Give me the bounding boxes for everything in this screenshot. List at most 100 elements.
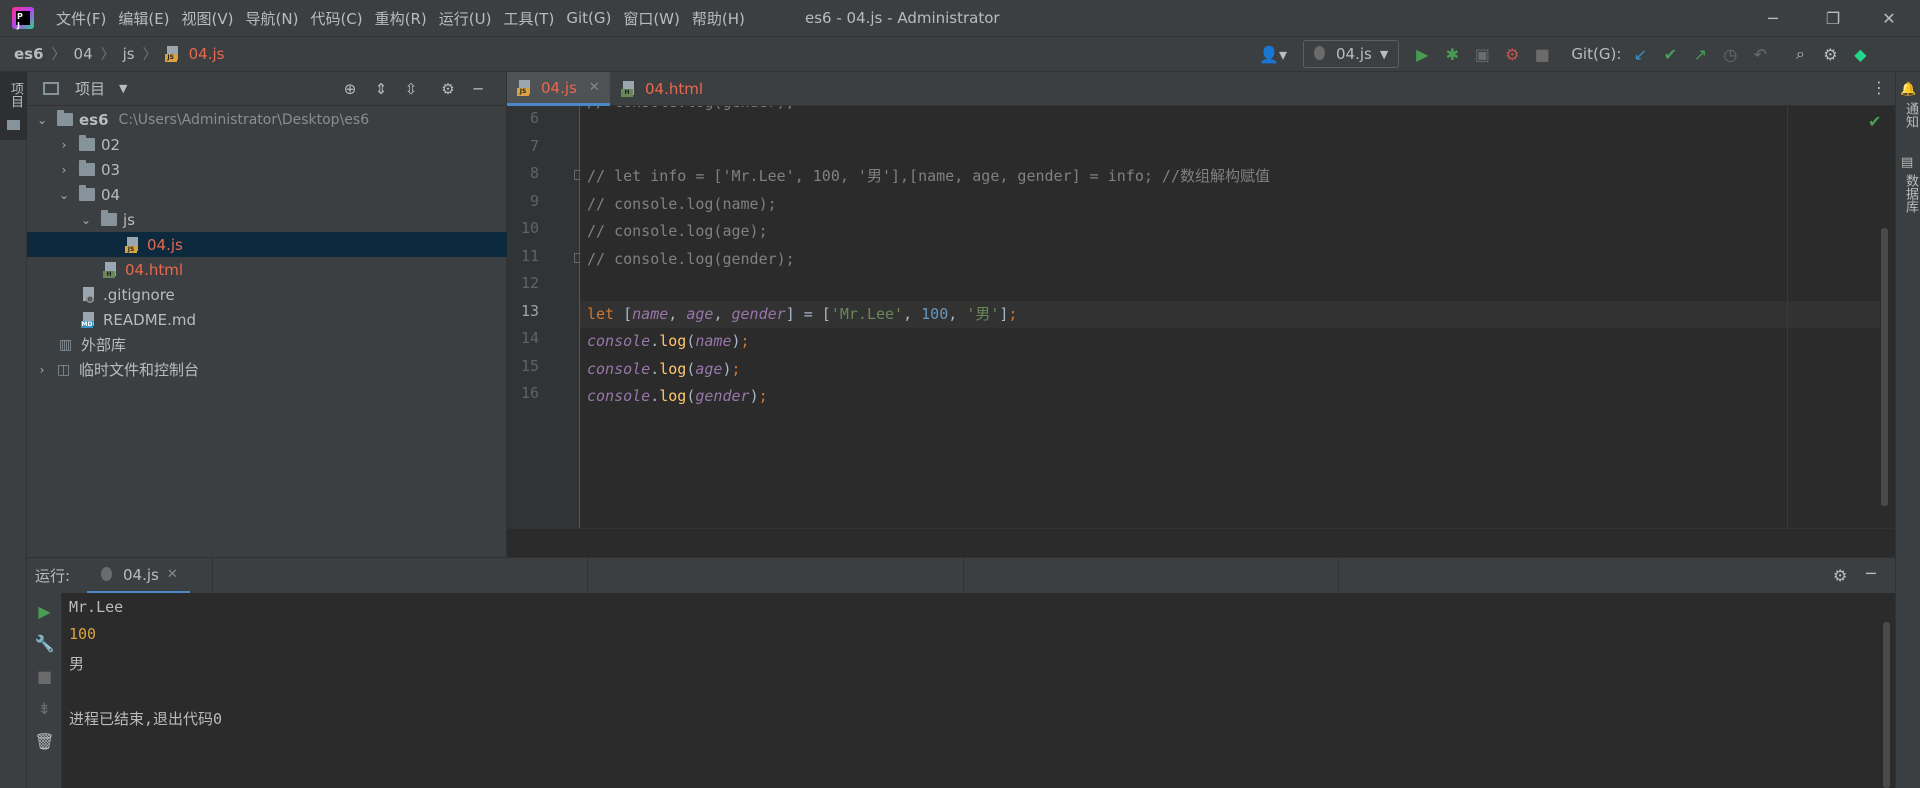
tree-item-readme[interactable]: MD README.md bbox=[27, 307, 507, 332]
window-icon bbox=[43, 82, 59, 95]
tree-item-04-html[interactable]: H 04.html bbox=[27, 257, 507, 282]
menu-edit[interactable]: 编辑(E) bbox=[112, 8, 175, 29]
console-output[interactable]: Mr.Lee 100 男 进程已结束,退出代码0 bbox=[62, 593, 1880, 788]
tab-label: 04.js bbox=[541, 78, 577, 97]
breadcrumb-project[interactable]: es6 bbox=[14, 45, 44, 63]
restore-button[interactable]: ❐ bbox=[1810, 0, 1856, 36]
debug-icon[interactable]: ✱ bbox=[1441, 43, 1463, 65]
breadcrumb-file[interactable]: 04.js bbox=[189, 45, 225, 63]
tree-item-gitignore[interactable]: ⊘ .gitignore bbox=[27, 282, 507, 307]
tree-item-es6[interactable]: ⌄ es6 C:\Users\Administrator\Desktop\es6 bbox=[27, 107, 507, 132]
tab-label: 04.html bbox=[645, 80, 704, 98]
soft-wrap-icon[interactable]: ⇟ bbox=[27, 693, 62, 723]
tree-item-02[interactable]: › 02 bbox=[27, 132, 507, 157]
history-icon[interactable]: ◷ bbox=[1719, 43, 1741, 65]
editor-scrollbar[interactable] bbox=[1881, 228, 1888, 506]
menu-view[interactable]: 视图(V) bbox=[176, 8, 240, 29]
run-icon[interactable]: ▶ bbox=[1411, 43, 1433, 65]
menu-tools[interactable]: 工具(T) bbox=[497, 8, 560, 29]
chevron-down-icon[interactable]: ▼ bbox=[119, 82, 127, 95]
user-icon[interactable]: 👤▾ bbox=[1255, 43, 1291, 65]
more-tabs-icon[interactable]: ⋮ bbox=[1871, 78, 1887, 97]
folder-icon bbox=[79, 185, 95, 201]
gitignore-file-icon: ⊘ bbox=[81, 286, 97, 303]
tree-item-04-js[interactable]: JS 04.js bbox=[27, 232, 507, 257]
tree-item-04[interactable]: ⌄ 04 bbox=[27, 182, 507, 207]
run-tab-04-js[interactable]: 04.js ✕ bbox=[87, 558, 190, 594]
code-line-16: console.log(gender); bbox=[587, 387, 768, 405]
coverage-icon[interactable]: ▣ bbox=[1471, 43, 1493, 65]
git-push-icon[interactable]: ↗ bbox=[1689, 43, 1711, 65]
close-icon[interactable]: ✕ bbox=[589, 80, 600, 95]
navigation-bar: es6 〉 04 〉 js 〉 JS 04.js 👤▾ 04.js ▼ ▶ ✱ … bbox=[0, 36, 1920, 72]
expand-all-icon[interactable]: ⇕ bbox=[370, 78, 392, 100]
project-tool-tab[interactable]: 项目 bbox=[0, 72, 27, 140]
git-commit-icon[interactable]: ✔ bbox=[1659, 43, 1681, 65]
console-scrollbar[interactable] bbox=[1883, 622, 1890, 788]
chevron-down-icon[interactable]: ⌄ bbox=[57, 188, 71, 202]
menu-file[interactable]: 文件(F) bbox=[50, 8, 112, 29]
locate-icon[interactable]: ⊕ bbox=[339, 78, 361, 100]
chevron-right-icon[interactable]: › bbox=[35, 363, 49, 377]
code-editor[interactable]: // console.log(gender); // let info = ['… bbox=[580, 106, 1888, 528]
console-line: 100 bbox=[69, 625, 97, 643]
database-icon[interactable]: ▤ bbox=[1901, 155, 1913, 170]
menu-run[interactable]: 运行(U) bbox=[433, 8, 498, 29]
tab-04-js[interactable]: JS 04.js ✕ bbox=[507, 72, 610, 106]
git-update-icon[interactable]: ↙ bbox=[1629, 43, 1651, 65]
chevron-down-icon[interactable]: ⌄ bbox=[35, 113, 49, 127]
chevron-right-icon[interactable]: › bbox=[57, 163, 71, 177]
chevron-right-icon[interactable]: › bbox=[57, 138, 71, 152]
run-tab-label: 04.js bbox=[123, 565, 159, 584]
settings-icon[interactable]: ⚙ bbox=[1819, 43, 1841, 65]
line-number: 14 bbox=[520, 329, 539, 347]
bell-icon[interactable]: 🔔 bbox=[1900, 82, 1916, 97]
menu-git[interactable]: Git(G) bbox=[560, 9, 617, 27]
menu-window[interactable]: 窗口(W) bbox=[617, 8, 686, 29]
console-line: Mr.Lee bbox=[69, 598, 124, 616]
gear-icon[interactable]: ⚙ bbox=[437, 78, 459, 100]
hide-icon[interactable]: ─ bbox=[467, 78, 489, 100]
rollback-icon[interactable]: ↶ bbox=[1749, 43, 1771, 65]
menu-navigate[interactable]: 导航(N) bbox=[240, 8, 305, 29]
run-config-label: 04.js bbox=[1336, 45, 1372, 63]
profile-icon[interactable]: ⚙ bbox=[1501, 43, 1523, 65]
nodejs-icon bbox=[99, 566, 115, 583]
project-panel-title[interactable]: 项目 bbox=[75, 78, 105, 99]
wrench-icon[interactable]: 🔧 bbox=[27, 628, 62, 658]
run-panel-header: 运行: 04.js ✕ ⚙ ─ bbox=[27, 557, 1895, 594]
tree-item-03[interactable]: › 03 bbox=[27, 157, 507, 182]
tree-item-label: js bbox=[123, 210, 135, 229]
close-window-button[interactable]: ✕ bbox=[1866, 0, 1912, 36]
stop-icon[interactable]: ■ bbox=[1531, 43, 1553, 65]
minimize-button[interactable]: ─ bbox=[1750, 0, 1796, 36]
main-toolbar: 👤▾ 04.js ▼ ▶ ✱ ▣ ⚙ ■ Git(G): ↙ ✔ ↗ ◷ ↶ ⌕… bbox=[1255, 37, 1871, 71]
js-file-icon: JS bbox=[517, 79, 533, 96]
menu-refactor[interactable]: 重构(R) bbox=[369, 8, 433, 29]
inspection-ok-icon[interactable]: ✔ bbox=[1868, 112, 1881, 131]
gear-icon[interactable]: ⚙ bbox=[1833, 566, 1847, 585]
toolbox-icon[interactable]: ◆ bbox=[1849, 43, 1871, 65]
search-icon[interactable]: ⌕ bbox=[1789, 43, 1811, 65]
breadcrumb-subfolder[interactable]: js bbox=[123, 45, 135, 63]
tree-item-external-libraries[interactable]: ▥ 外部库 bbox=[27, 332, 507, 357]
collapse-all-icon[interactable]: ⇳ bbox=[400, 78, 422, 100]
breadcrumb-folder[interactable]: 04 bbox=[74, 45, 93, 63]
tab-04-html[interactable]: H 04.html bbox=[611, 72, 713, 106]
notifications-tab[interactable]: 通知 bbox=[1901, 102, 1920, 128]
tree-item-js[interactable]: ⌄ js bbox=[27, 207, 507, 232]
close-icon[interactable]: ✕ bbox=[167, 567, 178, 582]
editor-tab-bar: JS 04.js ✕ H 04.html ⋮ bbox=[507, 72, 1895, 106]
menu-help[interactable]: 帮助(H) bbox=[686, 8, 751, 29]
menu-code[interactable]: 代码(C) bbox=[304, 8, 368, 29]
rerun-icon[interactable]: ▶ bbox=[27, 596, 62, 626]
database-tab[interactable]: 数据库 bbox=[1901, 174, 1920, 213]
stop-icon[interactable]: ■ bbox=[27, 661, 62, 691]
run-configuration-select[interactable]: 04.js ▼ bbox=[1303, 40, 1400, 68]
hide-icon[interactable]: ─ bbox=[1866, 564, 1876, 583]
app-logo-mark: PJ bbox=[16, 11, 30, 30]
trash-icon[interactable]: 🗑 bbox=[27, 726, 62, 756]
tree-item-scratches[interactable]: › ◫ 临时文件和控制台 bbox=[27, 357, 507, 382]
chevron-down-icon[interactable]: ⌄ bbox=[79, 213, 93, 227]
editor-bottom-area bbox=[507, 528, 1895, 557]
